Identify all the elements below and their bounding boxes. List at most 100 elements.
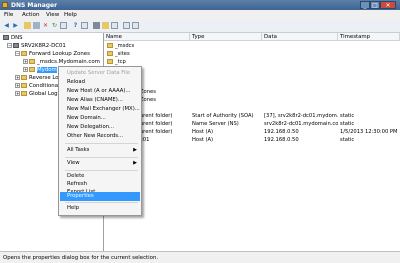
new-record-icon[interactable] [111,22,118,29]
dns-manager-window: DNS Manager _ □ ✕ File Action View Help … [0,0,400,263]
expand-icon[interactable]: + [15,75,20,80]
list-icon[interactable] [132,22,139,29]
menu-item-new-host[interactable]: New Host (A or AAAA)... [60,87,140,96]
minimize-button[interactable]: _ [360,1,370,9]
menu-item-all-tasks-label: All Tasks [67,147,90,153]
properties-icon[interactable] [33,22,40,29]
table-row[interactable]: _msdcs [107,43,187,50]
folder-icon [107,59,113,64]
row-name: Zones [140,97,156,103]
row-name: _tcp [115,59,126,65]
menu-separator [65,170,138,171]
menu-item-new-mail-exchanger[interactable]: New Mail Exchanger (MX)... [60,105,140,114]
folder-icon[interactable] [24,22,31,29]
row-type: Name Server (NS) [192,121,239,127]
zone-icon [29,67,35,72]
menu-help[interactable]: Help [64,12,77,18]
table-row[interactable]: Zones [140,97,190,104]
toolbar: ◀ ▶ ✕ ↻ ? [0,20,400,33]
submenu-arrow-icon: ▶ [133,147,137,153]
expand-icon[interactable]: + [23,67,28,72]
delete-icon[interactable]: ✕ [42,22,49,29]
view-icon[interactable] [81,22,88,29]
table-row[interactable]: _sites [107,51,187,58]
maximize-button[interactable]: □ [370,1,380,9]
column-header-type[interactable]: Type [190,33,262,41]
collapse-icon[interactable]: − [7,43,12,48]
folder-icon [21,51,27,56]
column-header-data[interactable]: Data [262,33,338,41]
window-title: DNS Manager [11,2,58,9]
row-data: 192.168.0.50 [264,137,299,143]
menu-separator [65,202,138,203]
menu-separator [65,143,138,144]
menu-item-update-server-data-file: Update Server Data File [67,70,131,76]
menu-item-view[interactable]: View ▶ [60,159,140,168]
close-button[interactable]: ✕ [380,1,396,9]
row-name: _msdcs [115,43,135,49]
menu-item-new-domain[interactable]: New Domain... [60,114,140,123]
menu-item-view-label: View [67,160,80,166]
dns-icon [3,35,9,40]
server-icon[interactable] [93,22,100,29]
tree-node-conditional-forwarders[interactable]: + Conditional [15,83,60,90]
row-type: Start of Authority (SOA) [192,113,254,119]
tree-node-global-logs[interactable]: + Global Log [15,91,58,98]
row-timestamp: 1/5/2013 12:30:00 PM [340,129,398,135]
tree-label-conditional: Conditional [29,83,60,89]
table-row[interactable]: _tcp [107,59,187,66]
export-icon[interactable] [60,22,67,29]
tree-node-dns[interactable]: DNS [3,35,23,42]
zone-icon [29,59,35,64]
menu-item-new-alias[interactable]: New Alias (CNAME)... [60,96,140,105]
menu-item-help[interactable]: Help [60,204,140,213]
status-bar: Opens the properties dialog box for the … [0,251,400,263]
menu-separator [65,157,138,158]
title-bar[interactable]: DNS Manager _ □ ✕ [0,0,400,10]
menu-action[interactable]: Action [22,12,40,18]
forward-arrow-icon[interactable]: ▶ [12,22,19,29]
menu-item-other-new-records[interactable]: Other New Records... [60,132,140,141]
folder-icon [21,75,27,80]
row-data: [37], srv2k8r2-dc01.mydom... [264,113,338,119]
row-name[interactable]: arent folder) [140,113,190,120]
submenu-arrow-icon: ▶ [133,160,137,166]
tree-label-reverse-zones: Reverse Lo [29,75,59,81]
tree-node-reverse-zones[interactable]: + Reverse Lo [15,75,59,82]
column-header-name[interactable]: Name [104,33,190,41]
menu-file[interactable]: File [4,12,13,18]
server-icon [13,43,19,48]
row-type: Host (A) [192,129,214,135]
row-name[interactable]: arent folder) [140,129,190,136]
tree-node-server[interactable]: − SRV2K8R2-DC01 [7,43,66,50]
menu-bar: File Action View Help [0,10,400,20]
row-name: Zones [140,89,156,95]
tree-node-msdcs-zone[interactable]: + _msdcs.Mydomain.com [23,59,100,66]
row-name[interactable]: c01 [140,137,190,144]
menu-item-all-tasks[interactable]: All Tasks ▶ [60,146,140,155]
menu-item-properties[interactable]: Properties [60,192,140,201]
status-text: Opens the properties dialog box for the … [3,255,159,261]
collapse-icon[interactable]: − [15,51,20,56]
help-icon[interactable]: ? [72,22,79,29]
new-zone-icon[interactable] [102,22,109,29]
menu-item-reload[interactable]: Reload [60,78,140,87]
tree-node-forward-zones[interactable]: − Forward Lookup Zones [15,51,90,58]
table-row[interactable]: Zones [140,89,190,96]
row-data: 192.168.0.50 [264,129,299,135]
context-menu: Update Server Data File Reload New Host … [58,66,142,216]
row-data: srv2k8r2-dc01.mydomain.com. [264,121,338,127]
menu-item-new-delegation[interactable]: New Delegation... [60,123,140,132]
row-name[interactable]: arent folder) [140,121,190,128]
refresh-icon[interactable]: ↻ [51,22,58,29]
records-list: Name Type Data Timestamp _msdcs _sites _… [104,33,400,251]
menu-view[interactable]: View [46,12,59,18]
tree-label-server: SRV2K8R2-DC01 [21,43,66,49]
tree-node-mydomain-zone[interactable]: + Mydom [23,67,57,74]
filter-icon[interactable] [123,22,130,29]
column-header-timestamp[interactable]: Timestamp [338,33,400,41]
expand-icon[interactable]: + [23,59,28,64]
expand-icon[interactable]: + [15,83,20,88]
expand-icon[interactable]: + [15,91,20,96]
back-arrow-icon[interactable]: ◀ [3,22,10,29]
